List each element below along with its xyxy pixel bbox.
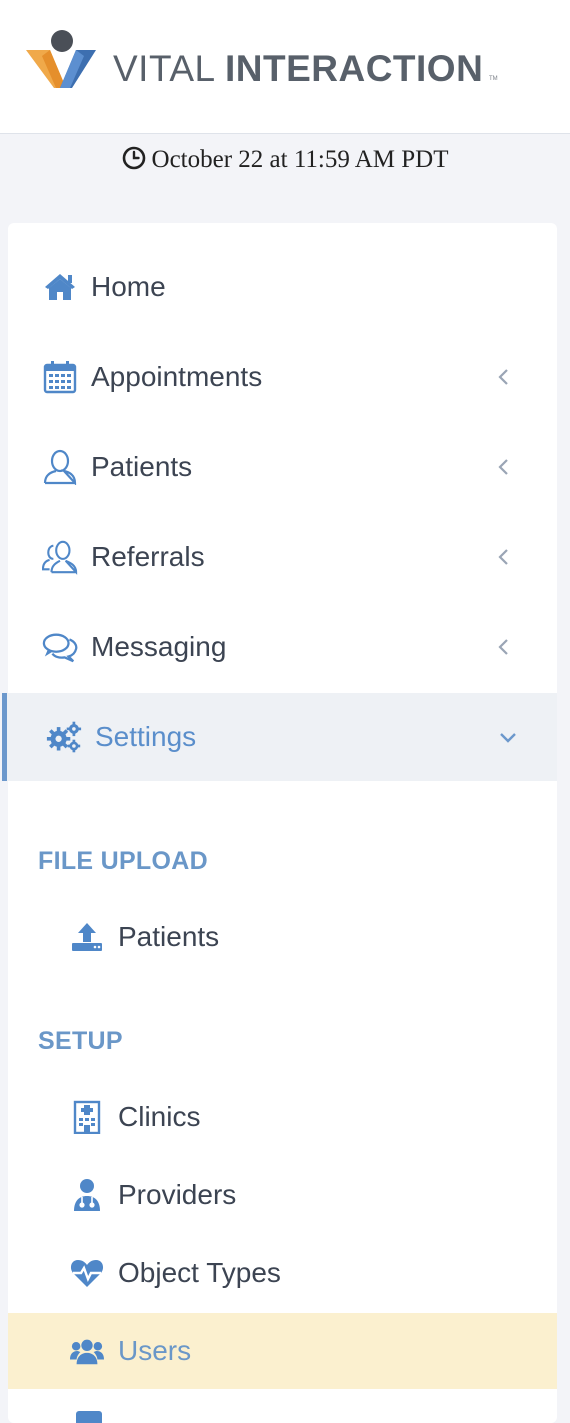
timestamp-text: October 22 at 11:59 AM PDT [151, 146, 449, 173]
clock-icon [122, 146, 146, 170]
sidebar-item-referrals[interactable]: Referrals [8, 513, 557, 601]
heartbeat-icon [70, 1256, 104, 1290]
user-icon [42, 449, 78, 485]
submenu-item-label: Clinics [118, 1101, 201, 1132]
brand-name-bold: INTERACTION [224, 48, 484, 89]
sidebar-item-label: Settings [95, 721, 197, 752]
submenu-item-object-types[interactable]: Object Types [8, 1235, 557, 1311]
submenu-item-users[interactable]: Users [8, 1313, 557, 1389]
sidebar-item-label: Messaging [91, 631, 227, 662]
users-icon [42, 539, 78, 575]
app-header: VITAL INTERACTION TM [0, 0, 570, 134]
hospital-icon [70, 1100, 104, 1134]
sidebar-item-messaging[interactable]: Messaging [8, 603, 557, 691]
section-header-setup: SETUP [38, 1027, 123, 1055]
submenu-item-patients-upload[interactable]: Patients [8, 899, 557, 975]
trademark-mark: TM [489, 76, 498, 82]
sidebar-item-label: Appointments [91, 361, 263, 392]
logo-icon[interactable] [26, 28, 98, 90]
home-icon [42, 269, 78, 305]
chat-icon [42, 629, 78, 665]
sidebar-nav: Home Appointments Patients Referrals Mes… [2, 223, 557, 1423]
sidebar-item-label: Patients [91, 451, 193, 482]
brand-name-light: VITAL [113, 48, 215, 89]
sidebar-item-label: Home [91, 271, 166, 302]
submenu-item-next-partial-icon[interactable] [76, 1411, 102, 1423]
chevron-left-icon[interactable] [492, 545, 516, 569]
chevron-down-icon[interactable] [496, 725, 520, 749]
chevron-left-icon[interactable] [492, 635, 516, 659]
sidebar-item-settings[interactable]: Settings [2, 693, 557, 781]
submenu-item-label: Users [118, 1335, 192, 1366]
sidebar-item-home[interactable]: Home [8, 243, 557, 331]
sidebar-item-appointments[interactable]: Appointments [8, 333, 557, 421]
calendar-icon [42, 359, 78, 395]
sidebar-item-label: Referrals [91, 541, 205, 572]
sidebar-item-patients[interactable]: Patients [8, 423, 557, 511]
group-icon [70, 1334, 104, 1368]
section-header-file-upload: FILE UPLOAD [38, 847, 208, 875]
submenu-item-label: Providers [118, 1179, 237, 1210]
gears-icon [46, 719, 82, 755]
doctor-icon [70, 1178, 104, 1212]
submenu-item-providers[interactable]: Providers [8, 1157, 557, 1233]
current-time: October 22 at 11:59 AM PDT [0, 146, 570, 174]
chevron-left-icon[interactable] [492, 365, 516, 389]
upload-icon [70, 920, 104, 954]
chevron-left-icon[interactable] [492, 455, 516, 479]
submenu-item-clinics[interactable]: Clinics [8, 1079, 557, 1155]
submenu-item-label: Patients [118, 921, 220, 952]
submenu-item-label: Object Types [118, 1257, 281, 1288]
brand-name: VITAL INTERACTION [113, 48, 483, 90]
